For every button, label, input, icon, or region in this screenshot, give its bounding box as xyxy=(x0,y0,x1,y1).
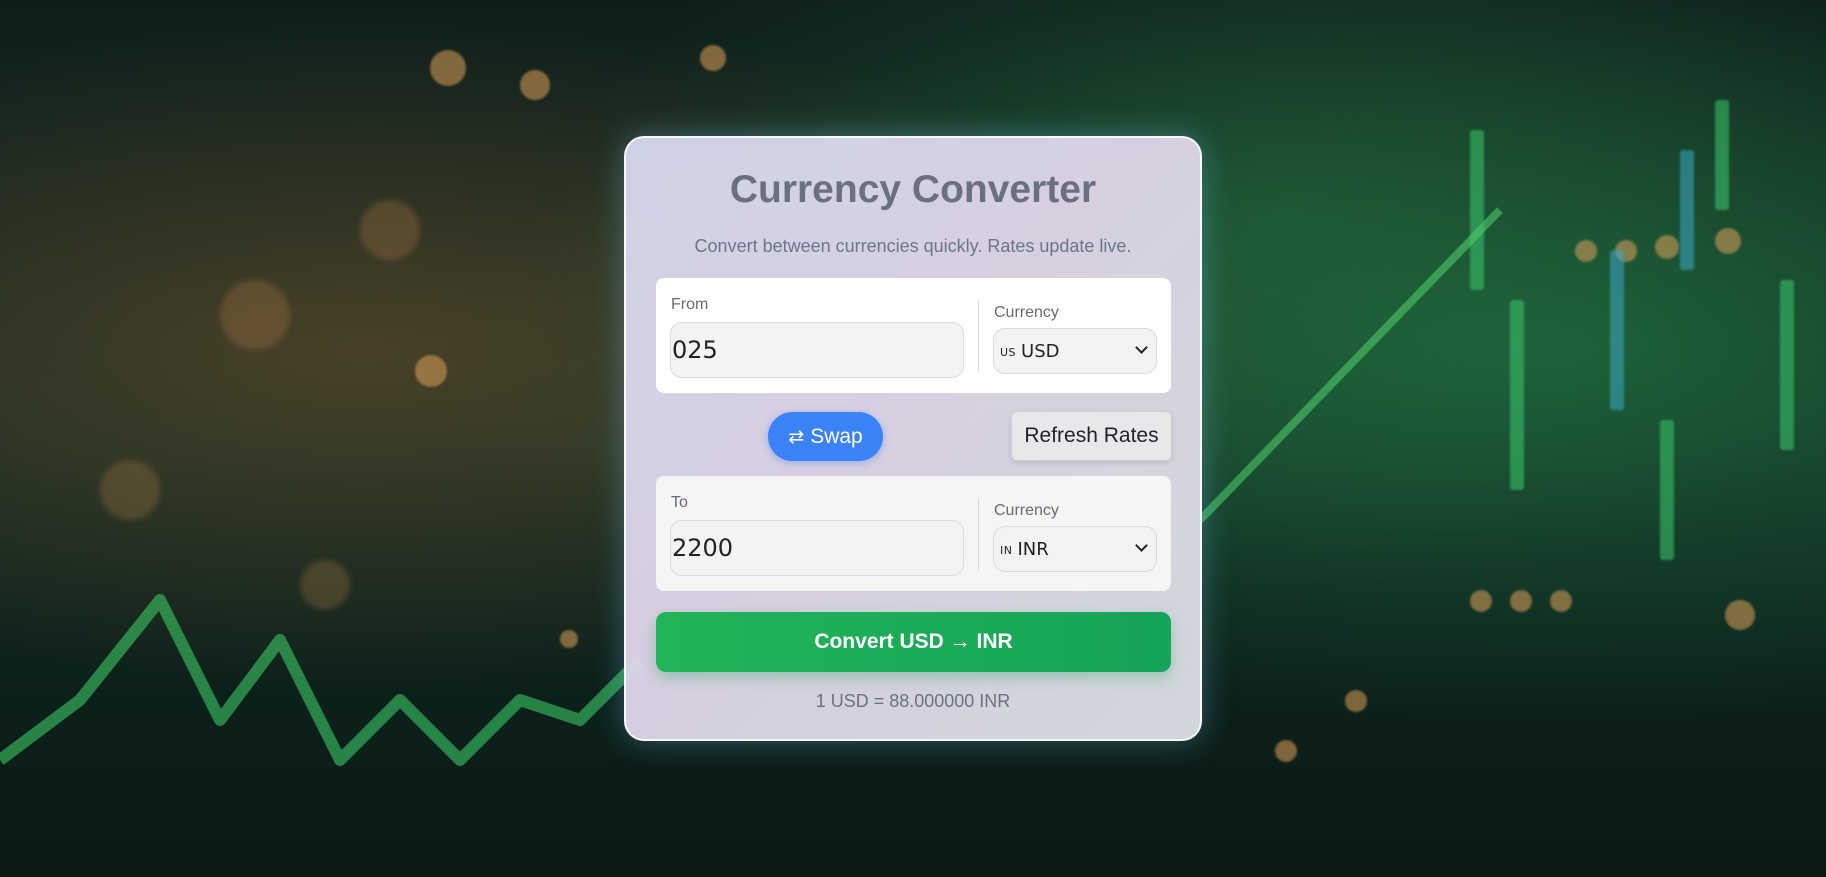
to-currency-label: Currency xyxy=(994,502,1059,519)
to-panel: To 2200 Currency IN INR xyxy=(656,476,1171,591)
chevron-down-icon xyxy=(1135,341,1148,354)
swap-button[interactable]: ⇄ Swap xyxy=(768,412,883,461)
to-amount-value: 2200 xyxy=(672,534,734,562)
to-amount-input[interactable]: 2200 xyxy=(670,520,964,576)
swap-icon: ⇄ xyxy=(788,425,805,448)
from-currency-label: Currency xyxy=(994,304,1059,321)
from-label: From xyxy=(671,296,709,313)
panel-divider xyxy=(978,300,979,372)
from-panel: From 025 Currency US USD xyxy=(656,278,1171,393)
from-currency-code: USD xyxy=(1021,340,1060,362)
us-flag-icon: US xyxy=(1000,345,1017,359)
panel-divider xyxy=(978,498,979,570)
refresh-rates-button[interactable]: Refresh Rates xyxy=(1011,411,1172,461)
page-subtitle: Convert between currencies quickly. Rate… xyxy=(694,236,1132,256)
exchange-rate-text: 1 USD = 88.000000 INR xyxy=(815,691,1011,711)
convert-button[interactable]: Convert USD → INR xyxy=(656,612,1171,672)
swap-label: Swap xyxy=(810,424,863,448)
converter-card: Currency Converter Convert between curre… xyxy=(624,136,1202,741)
to-label: To xyxy=(671,494,688,511)
from-amount-input[interactable]: 025 xyxy=(670,322,964,378)
to-currency-code: INR xyxy=(1017,538,1049,560)
page-title: Currency Converter xyxy=(729,168,1097,211)
to-currency-select[interactable]: IN INR xyxy=(993,526,1157,572)
chevron-down-icon xyxy=(1135,539,1148,552)
from-amount-value: 025 xyxy=(672,336,718,364)
in-flag-icon: IN xyxy=(1000,543,1013,557)
from-currency-select[interactable]: US USD xyxy=(993,328,1157,374)
